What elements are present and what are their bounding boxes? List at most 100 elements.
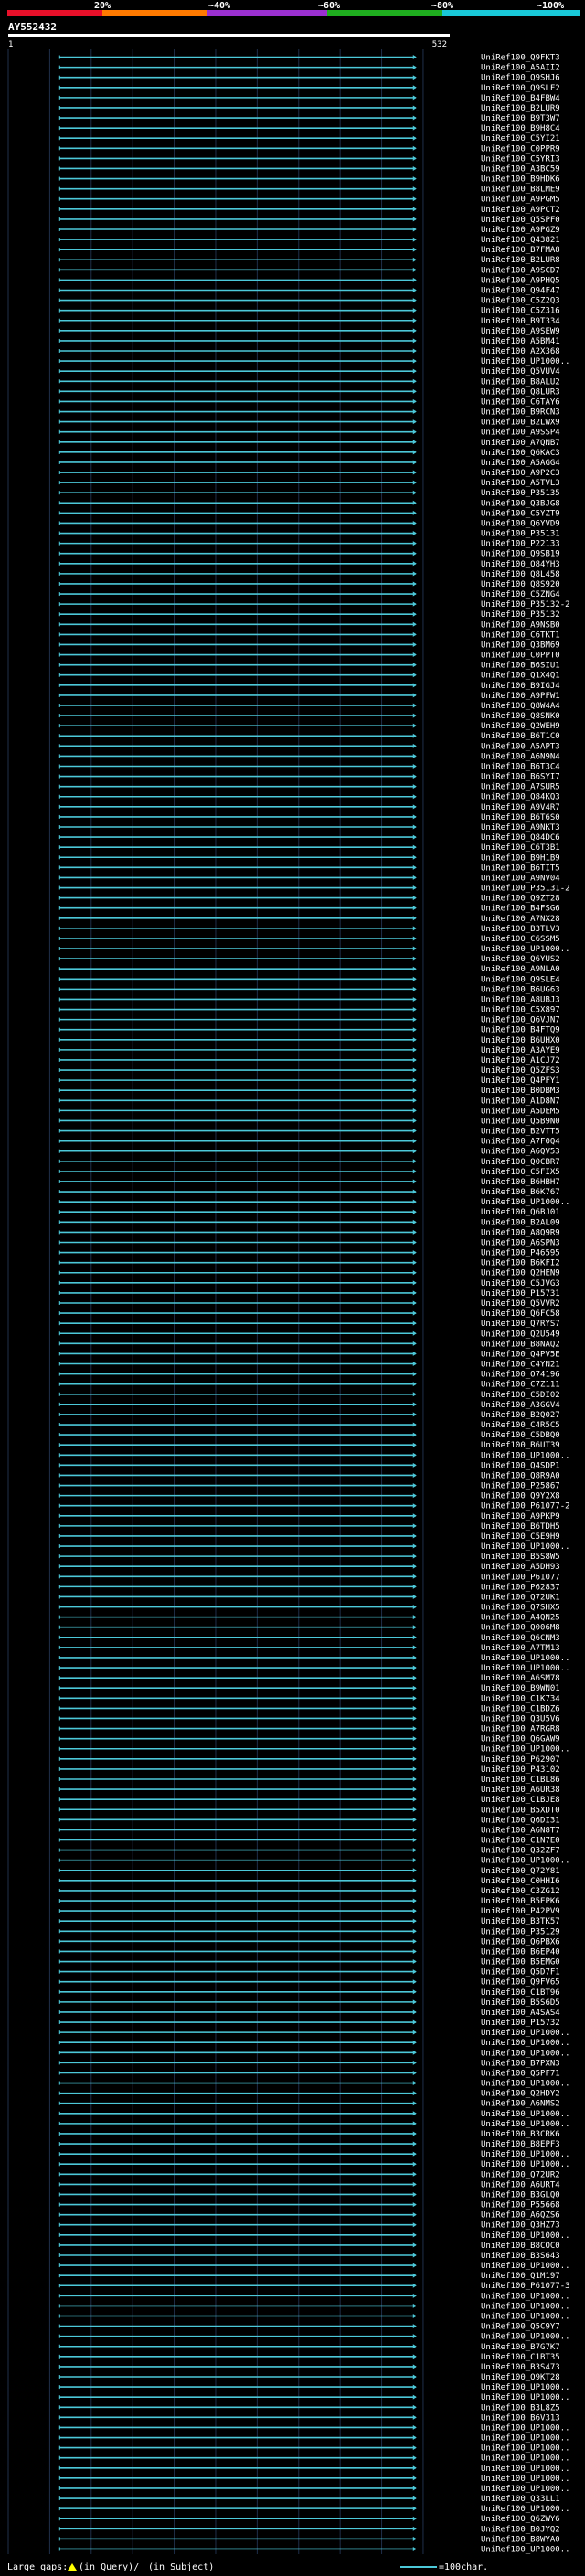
hit-label[interactable]: UniRef100_P15732 [481,2019,560,2028]
hit-label[interactable]: UniRef100_B2LUR9 [481,104,560,113]
hit-label[interactable]: UniRef100_C5DI02 [481,1391,560,1400]
hit-label[interactable]: UniRef100_UP1000.. [481,2049,570,2058]
hit-label[interactable]: UniRef100_B9T334 [481,317,560,326]
hit-label[interactable]: UniRef100_A7QNB7 [481,439,560,448]
hit-label[interactable]: UniRef100_Q1M197 [481,2272,560,2281]
hit-label[interactable]: UniRef100_UP1000.. [481,1451,570,1460]
hit-label[interactable]: UniRef100_UP1000.. [481,2545,570,2554]
hit-label[interactable]: UniRef100_B6UT39 [481,1441,560,1450]
hit-label[interactable]: UniRef100_A6NMS2 [481,2100,560,2109]
hit-label[interactable]: UniRef100_UP1000.. [481,2292,570,2301]
hit-label[interactable]: UniRef100_A9PFW1 [481,692,560,701]
hit-label[interactable]: UniRef100_UP1000.. [481,1664,570,1673]
hit-label[interactable]: UniRef100_B6T1C0 [481,732,560,741]
hit-label[interactable]: UniRef100_B3TLV3 [481,925,560,934]
hit-label[interactable]: UniRef100_A7SUR5 [481,783,560,792]
hit-label[interactable]: UniRef100_A5DH93 [481,1563,560,1572]
hit-label[interactable]: UniRef100_UP1000.. [481,1857,570,1866]
hit-label[interactable]: UniRef100_Q7RYS7 [481,1320,560,1329]
hit-label[interactable]: UniRef100_B8EPF3 [481,2140,560,2149]
hit-label[interactable]: UniRef100_A5APT3 [481,742,560,751]
hit-label[interactable]: UniRef100_P35132-2 [481,600,570,610]
hit-label[interactable]: UniRef100_C5YRI3 [481,154,560,164]
hit-label[interactable]: UniRef100_C5YZT9 [481,509,560,518]
hit-label[interactable]: UniRef100_UP1000.. [481,1745,570,1754]
hit-label[interactable]: UniRef100_C6T3B1 [481,843,560,853]
hit-label[interactable]: UniRef100_C0HHI6 [481,1877,560,1886]
hit-label[interactable]: UniRef100_P55668 [481,2201,560,2210]
hit-label[interactable]: UniRef100_Q3HZ73 [481,2221,560,2231]
hit-label[interactable]: UniRef100_A5AGG4 [481,459,560,468]
hit-label[interactable]: UniRef100_Q9ZT28 [481,895,560,904]
hit-label[interactable]: UniRef100_Q2WEH9 [481,722,560,731]
hit-label[interactable]: UniRef100_B8WYA0 [481,2535,560,2544]
hit-label[interactable]: UniRef100_Q5D7F1 [481,1968,560,1977]
hit-label[interactable]: UniRef100_UP1000.. [481,2444,570,2454]
hit-label[interactable]: UniRef100_C1N7E0 [481,1837,560,1846]
hit-label[interactable]: UniRef100_Q84DC6 [481,833,560,843]
hit-label[interactable]: UniRef100_B8LME9 [481,186,560,195]
hit-label[interactable]: UniRef100_Q3U5V6 [481,1714,560,1723]
hit-label[interactable]: UniRef100_C5E9H9 [481,1532,560,1542]
hit-label[interactable]: UniRef100_B6V313 [481,2413,560,2422]
hit-label[interactable]: UniRef100_A6QV53 [481,1148,560,1157]
hit-label[interactable]: UniRef100_B6T6S0 [481,813,560,822]
hit-label[interactable]: UniRef100_A6SM78 [481,1674,560,1683]
hit-label[interactable]: UniRef100_UP1000.. [481,1654,570,1663]
hit-label[interactable]: UniRef100_Q8SNK0 [481,712,560,721]
hit-label[interactable]: UniRef100_Q6YUS2 [481,955,560,964]
hit-label[interactable]: UniRef100_UP1000.. [481,2150,570,2159]
hit-label[interactable]: UniRef100_A9PCT2 [481,206,560,215]
hit-label[interactable]: UniRef100_B5S8W5 [481,1553,560,1562]
hit-label[interactable]: UniRef100_Q1X4Q1 [481,672,560,681]
hit-label[interactable]: UniRef100_A8Q9R9 [481,1228,560,1237]
hit-label[interactable]: UniRef100_B6UG63 [481,985,560,994]
hit-label[interactable]: UniRef100_A9SEW9 [481,327,560,336]
hit-label[interactable]: UniRef100_C0PPT0 [481,652,560,661]
hit-label[interactable]: UniRef100_P46595 [481,1249,560,1258]
hit-label[interactable]: UniRef100_B0DBM3 [481,1087,560,1096]
hit-label[interactable]: UniRef100_UP1000.. [481,2454,570,2464]
hit-label[interactable]: UniRef100_Q8R9A0 [481,1471,560,1480]
hit-label[interactable]: UniRef100_Q72UR2 [481,2170,560,2179]
hit-label[interactable]: UniRef100_P61077-2 [481,1502,570,1511]
hit-label[interactable]: UniRef100_UP1000.. [481,2423,570,2433]
hit-label[interactable]: UniRef100_A9V4R7 [481,803,560,812]
hit-label[interactable]: UniRef100_UP1000.. [481,2231,570,2241]
hit-label[interactable]: UniRef100_P62907 [481,1755,560,1765]
hit-label[interactable]: UniRef100_P42PV9 [481,1907,560,1916]
hit-label[interactable]: UniRef100_B7G7K7 [481,2343,560,2352]
hit-label[interactable]: UniRef100_B6TDH5 [481,1522,560,1532]
hit-label[interactable]: UniRef100_A7TM13 [481,1644,560,1653]
hit-label[interactable]: UniRef100_B2AL09 [481,1218,560,1227]
hit-label[interactable]: UniRef100_A3AYE9 [481,1046,560,1055]
hit-label[interactable]: UniRef100_Q33LL1 [481,2495,560,2504]
hit-label[interactable]: UniRef100_Q006M8 [481,1624,560,1633]
hit-label[interactable]: UniRef100_A6URT4 [481,2180,560,2189]
hit-label[interactable]: UniRef100_B6T3C4 [481,762,560,771]
hit-label[interactable]: UniRef100_B4FTQ9 [481,1026,560,1035]
hit-label[interactable]: UniRef100_Q4SDP1 [481,1461,560,1470]
hit-label[interactable]: UniRef100_A6QZS6 [481,2211,560,2221]
hit-label[interactable]: UniRef100_B3S473 [481,2363,560,2372]
hit-label[interactable]: UniRef100_A9NLA0 [481,965,560,974]
hit-label[interactable]: UniRef100_C5Z2Q3 [481,297,560,306]
hit-label[interactable]: UniRef100_A6N9N4 [481,752,560,761]
hit-label[interactable]: UniRef100_P35131-2 [481,885,570,894]
hit-label[interactable]: UniRef100_C5DBQ0 [481,1431,560,1440]
hit-label[interactable]: UniRef100_P35135 [481,489,560,498]
hit-label[interactable]: UniRef100_C5ZNG4 [481,590,560,599]
hit-label[interactable]: UniRef100_A2X368 [481,347,560,356]
hit-label[interactable]: UniRef100_Q5ZFS3 [481,1066,560,1076]
hit-label[interactable]: UniRef100_B5XDT0 [481,1806,560,1815]
hit-label[interactable]: UniRef100_UP1000.. [481,2160,570,2169]
hit-label[interactable]: UniRef100_B8COC0 [481,2242,560,2251]
hit-label[interactable]: UniRef100_P22133 [481,540,560,549]
hit-label[interactable]: UniRef100_A5BM41 [481,337,560,346]
hit-label[interactable]: UniRef100_B3TK57 [481,1917,560,1926]
hit-label[interactable]: UniRef100_B2LUR8 [481,256,560,265]
hit-label[interactable]: UniRef100_Q72UK1 [481,1593,560,1602]
hit-label[interactable]: UniRef100_A6N8T7 [481,1826,560,1835]
hit-label[interactable]: UniRef100_P25867 [481,1482,560,1491]
hit-label[interactable]: UniRef100_A9PGM5 [481,196,560,205]
